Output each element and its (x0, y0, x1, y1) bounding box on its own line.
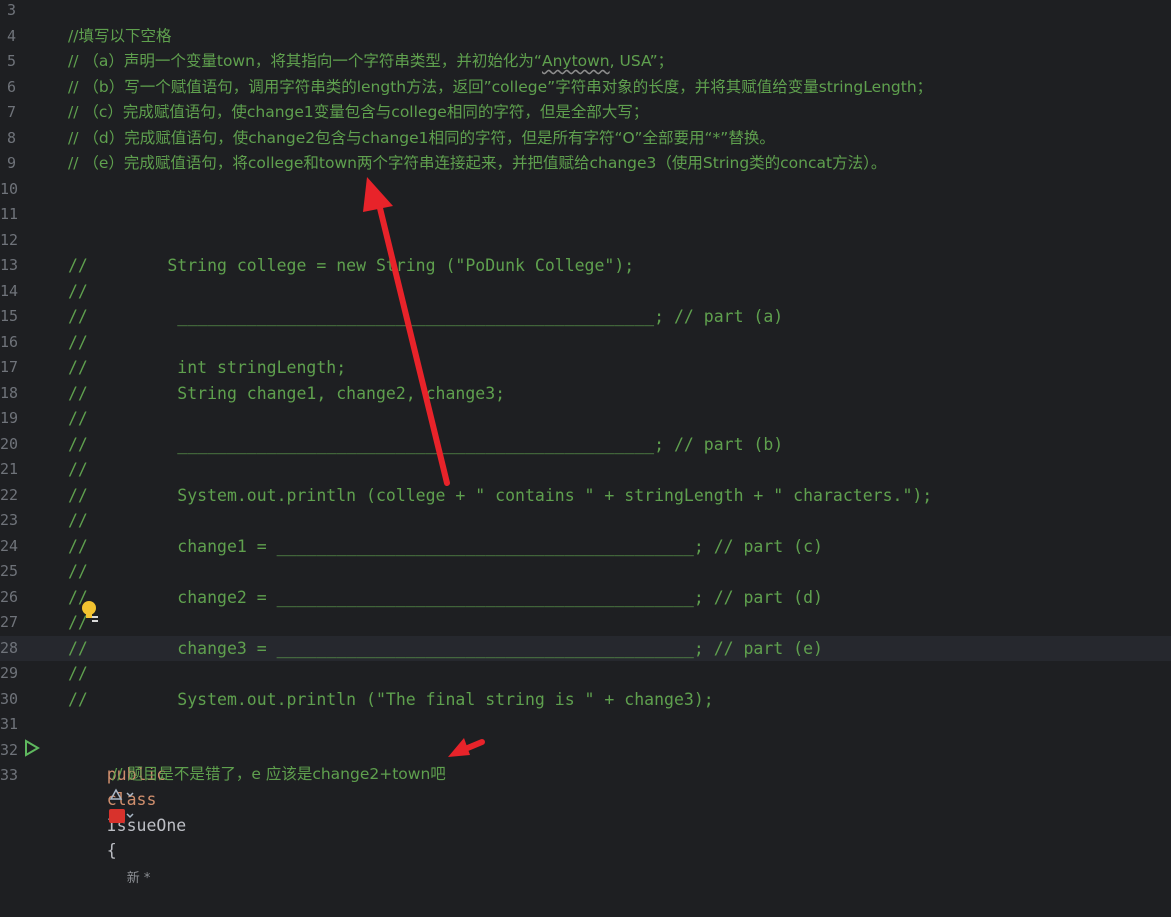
code-line[interactable]: 7 // （c）完成赋值语句，使change1变量包含与college相同的字符，… (0, 100, 1171, 126)
code-text: // (68, 409, 88, 428)
code-line[interactable]: 5 // （a）声明一个变量town，将其指向一个字符串类型，并初始化为“Anyt… (0, 49, 1171, 75)
code-text: // String change1, change2, change3; (68, 383, 506, 403)
code-line[interactable]: 28 // change3 = _________________________… (0, 635, 1171, 661)
code-text: // （b）写一个赋值语句，调用字符串类的length方法，返回”college… (68, 77, 933, 96)
line-number: 30 (0, 689, 19, 708)
code-line[interactable]: 26 // change2 = _________________________… (0, 585, 1171, 611)
line-number: 15 (0, 307, 19, 325)
code-text: // String college = new String ("PoDunk … (68, 256, 635, 275)
code-line[interactable]: 14 // (0, 279, 1171, 305)
line-number: 18 (0, 383, 19, 402)
line-number: 11 (0, 205, 19, 223)
code-fragment: // （a）声明一个变量town，将其指向一个字符串类型，并初始化为“ (68, 52, 542, 70)
author-hint[interactable]: 新 * (127, 871, 151, 886)
line-number: 6 (6, 77, 16, 96)
code-line[interactable]: 23 // (0, 508, 1171, 534)
code-line[interactable]: 15 // ___________________________________… (0, 304, 1171, 330)
line-number: 25 (0, 562, 19, 580)
code-line[interactable]: 31 (0, 712, 1171, 738)
code-fragment: , USA”； (609, 52, 674, 70)
line-number: 22 (0, 485, 19, 504)
code-line[interactable]: 6 // （b）写一个赋值语句，调用字符串类的length方法，返回”colleg… (0, 75, 1171, 101)
code-text: // （d）完成赋值语句，使change2包含与change1相同的字符，但是所… (68, 128, 775, 147)
line-number: 9 (6, 154, 16, 172)
plugin-icon[interactable] (108, 808, 136, 827)
note-comment: // 题目是不是错了，e 应该是change2+town吧 (112, 765, 446, 783)
code-line[interactable]: 3 (0, 0, 1171, 24)
code-line[interactable]: 16 // (0, 330, 1171, 356)
note-comment-line[interactable]: // 题目是不是错了，e 应该是change2+town吧 (0, 762, 1171, 788)
code-line[interactable]: 10 (0, 177, 1171, 203)
code-line[interactable]: 17 // int stringLength; (0, 355, 1171, 381)
line-number: 5 (6, 52, 16, 70)
line-number: 26 (0, 587, 19, 606)
code-line[interactable]: 18 // String change1, change2, change3; (0, 381, 1171, 407)
line-number: 13 (0, 256, 19, 274)
code-text: // change1 = ___________________________… (68, 536, 823, 556)
code-line[interactable]: 24 // change1 = _________________________… (0, 534, 1171, 560)
line-number: 23 (0, 511, 19, 529)
line-number: 27 (0, 613, 19, 631)
code-line[interactable]: 4 //填写以下空格 (0, 24, 1171, 50)
code-text: // （e）完成赋值语句，将college和town两个字符串连接起来，并把值赋… (68, 154, 887, 172)
code-line[interactable]: 29 // (0, 661, 1171, 687)
code-text: // （c）完成赋值语句，使change1变量包含与college相同的字符，但… (68, 103, 649, 121)
code-text: // System.out.println (college + " conta… (68, 485, 933, 505)
code-text: // _____________________________________… (68, 307, 784, 326)
code-line[interactable]: 30 // System.out.println ("The final stri… (0, 687, 1171, 713)
code-line[interactable]: 27// (0, 610, 1171, 636)
code-text: // (68, 332, 88, 352)
open-brace: { (106, 841, 117, 860)
code-line[interactable]: 20 // ___________________________________… (0, 432, 1171, 458)
line-number: 19 (0, 409, 19, 427)
code-text: // _____________________________________… (68, 434, 784, 454)
code-line[interactable]: 21 // (0, 457, 1171, 483)
code-text: // (68, 562, 88, 581)
line-number: 10 (0, 179, 19, 198)
line-number: 17 (0, 358, 19, 376)
code-line[interactable]: 19 // (0, 406, 1171, 432)
code-text: // System.out.println ("The final string… (68, 689, 714, 709)
line-number: 20 (0, 434, 19, 453)
code-line[interactable]: 13 // String college = new String ("PoDun… (0, 253, 1171, 279)
line-number: 8 (6, 128, 16, 147)
class-declaration-line[interactable]: public class IssueOne { 新 * (0, 736, 1171, 886)
line-number: 7 (6, 103, 16, 121)
code-text: // int stringLength; (68, 358, 347, 377)
line-number: 16 (0, 332, 19, 351)
code-text: // (68, 281, 88, 301)
typo-highlight: Anytown (541, 52, 610, 70)
line-number: 29 (0, 664, 19, 682)
lightbulb-icon[interactable] (80, 600, 100, 626)
code-line[interactable]: 22 // System.out.println (college + " con… (0, 483, 1171, 509)
line-number: 21 (0, 460, 19, 478)
code-line[interactable]: 11 (0, 202, 1171, 228)
line-number: 4 (6, 26, 16, 45)
line-number: 14 (0, 281, 19, 300)
code-text: // （a）声明一个变量town，将其指向一个字符串类型，并初始化为“Anyto… (68, 49, 673, 75)
code-text: // (68, 460, 88, 479)
line-number: 28 (0, 638, 19, 657)
line-number: 3 (6, 1, 16, 19)
line-number: 31 (0, 715, 19, 733)
line-number: 12 (0, 230, 19, 249)
code-line[interactable]: 9 // （e）完成赋值语句，将college和town两个字符串连接起来，并把值… (0, 151, 1171, 177)
code-line[interactable]: 12 (0, 228, 1171, 254)
code-text: //填写以下空格 (68, 26, 172, 45)
ai-assistant-icon[interactable] (108, 787, 136, 806)
line-number: 24 (0, 536, 19, 555)
code-text: // change3 = ___________________________… (68, 638, 823, 658)
code-text: // (68, 664, 88, 683)
code-line[interactable]: 8 // （d）完成赋值语句，使change2包含与change1相同的字符，但是… (0, 126, 1171, 152)
code-text: // (68, 511, 88, 530)
code-line[interactable]: 25 // (0, 559, 1171, 585)
code-text: // change2 = ___________________________… (68, 587, 823, 607)
run-icon[interactable] (22, 739, 40, 757)
